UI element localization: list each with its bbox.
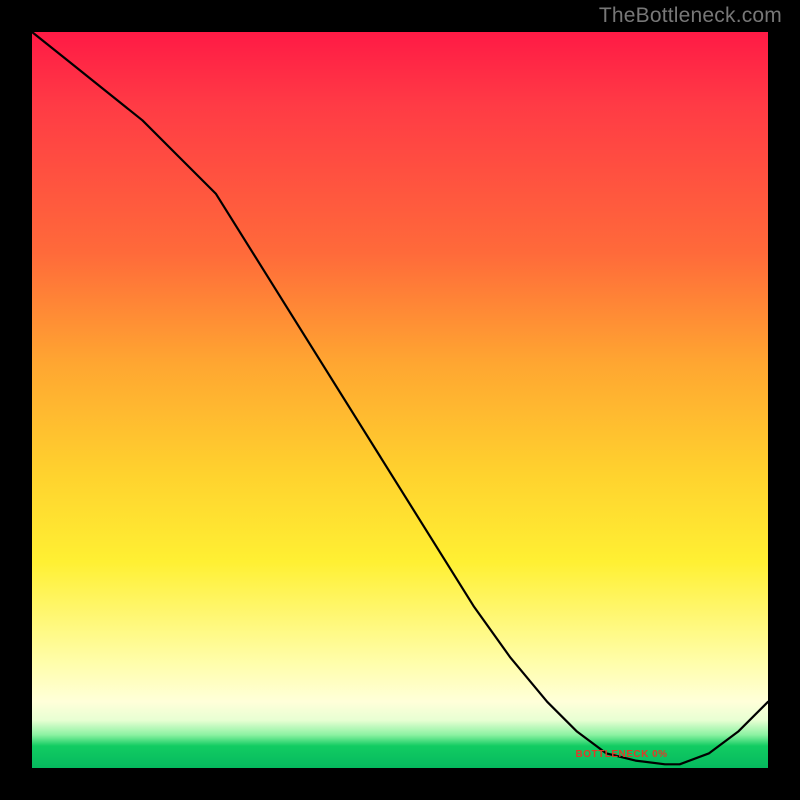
bottleneck-curve: [32, 32, 768, 768]
zero-bottleneck-label: BOTTLENECK 0%: [576, 749, 668, 760]
watermark-text: TheBottleneck.com: [599, 4, 782, 28]
plot-area: BOTTLENECK 0%: [32, 32, 768, 768]
chart-frame: TheBottleneck.com BOTTLENECK 0%: [0, 0, 800, 800]
